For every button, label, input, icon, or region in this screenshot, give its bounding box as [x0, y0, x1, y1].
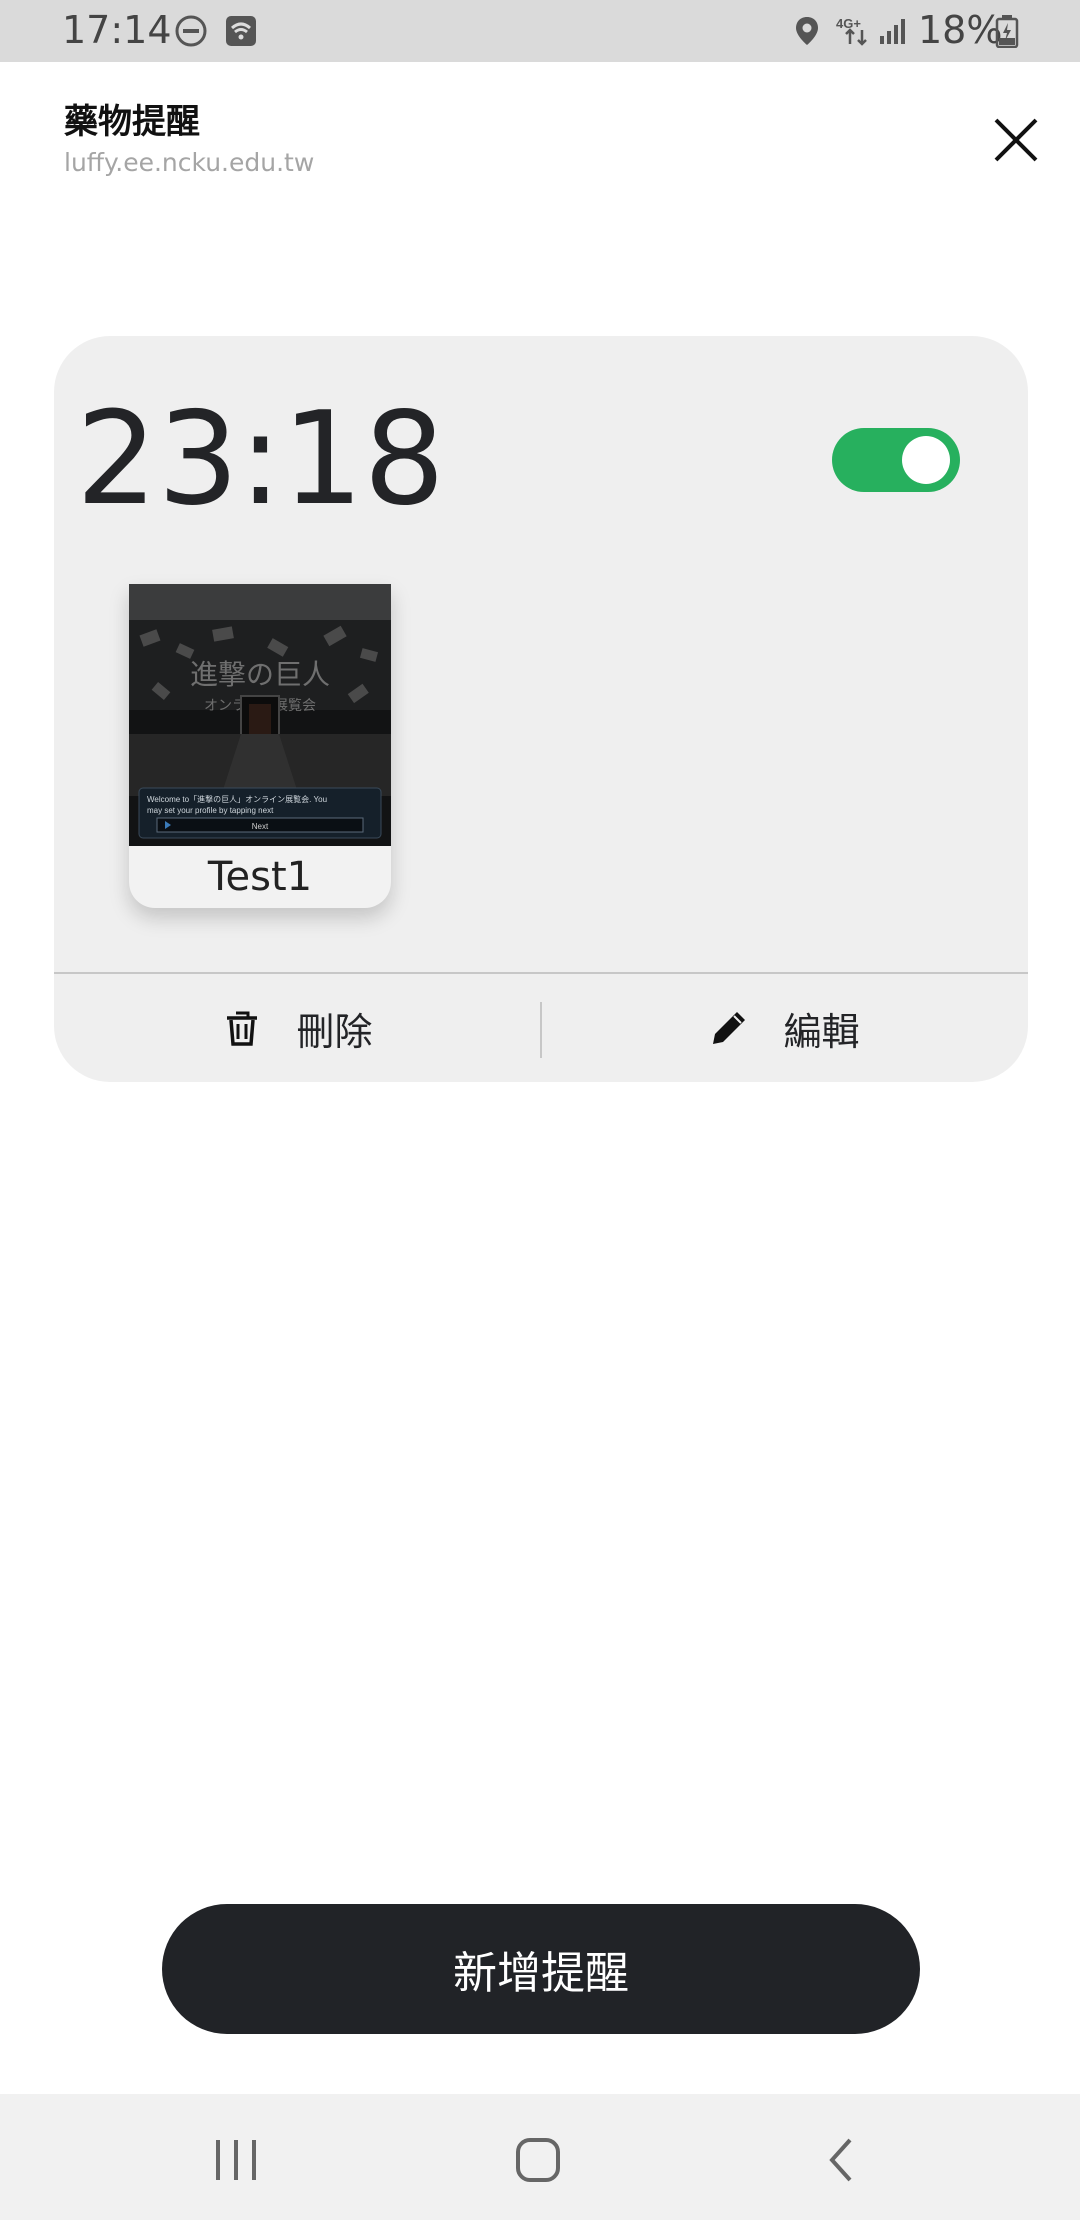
network-icon: 4G+ [836, 14, 876, 48]
close-icon [994, 118, 1038, 162]
delete-button[interactable]: 刪除 [54, 974, 541, 1082]
reminder-card: 23:18 進撃の巨人 オンライン展覧会 [54, 336, 1028, 1082]
status-time: 17:14 [62, 8, 172, 52]
back-icon[interactable] [814, 2132, 870, 2188]
medicine-label: Test1 [207, 854, 313, 900]
battery-percent: 18% [918, 8, 1003, 52]
edit-button[interactable]: 編輯 [541, 974, 1028, 1082]
trash-icon [227, 1011, 258, 1046]
page-title: 藥物提醒 [64, 102, 200, 142]
close-button[interactable] [988, 112, 1044, 168]
toggle-knob [902, 436, 950, 484]
reminder-toggle[interactable] [832, 428, 960, 492]
edit-label: 編輯 [783, 1009, 860, 1054]
header: 藥物提醒 luffy.ee.ncku.edu.tw [0, 62, 1080, 202]
add-reminder-label: 新增提醒 [453, 1948, 629, 1999]
wifi-call-icon [224, 14, 258, 48]
navigation-bar [0, 2094, 1080, 2220]
svg-text:進撃の巨人: 進撃の巨人 [190, 658, 330, 691]
home-icon[interactable] [510, 2132, 566, 2188]
location-icon [790, 14, 824, 48]
recent-apps-icon[interactable] [208, 2132, 264, 2188]
signal-icon [876, 14, 910, 48]
medicine-image: 進撃の巨人 オンライン展覧会 Welcome to「進撃の巨人」オンライン展覧会… [129, 584, 391, 846]
page-url: luffy.ee.ncku.edu.tw [64, 148, 315, 177]
svg-text:Welcome to「進撃の巨人」オンライン展覧会. You: Welcome to「進撃の巨人」オンライン展覧会. You [147, 794, 327, 804]
pencil-icon [713, 1012, 746, 1044]
svg-text:may set your profile by tappin: may set your profile by tapping next [147, 806, 274, 815]
battery-icon [994, 14, 1020, 49]
add-reminder-button[interactable]: 新增提醒 [162, 1904, 920, 2034]
reminder-time: 23:18 [76, 385, 445, 534]
status-bar: 17:14 4G+ 18% [0, 0, 1080, 62]
delete-label: 刪除 [296, 1009, 373, 1054]
medicine-item[interactable]: 進撃の巨人 オンライン展覧会 Welcome to「進撃の巨人」オンライン展覧会… [129, 584, 391, 908]
svg-text:Next: Next [252, 822, 269, 831]
svg-text:4G+: 4G+ [836, 16, 861, 31]
do-not-disturb-icon [174, 14, 208, 48]
